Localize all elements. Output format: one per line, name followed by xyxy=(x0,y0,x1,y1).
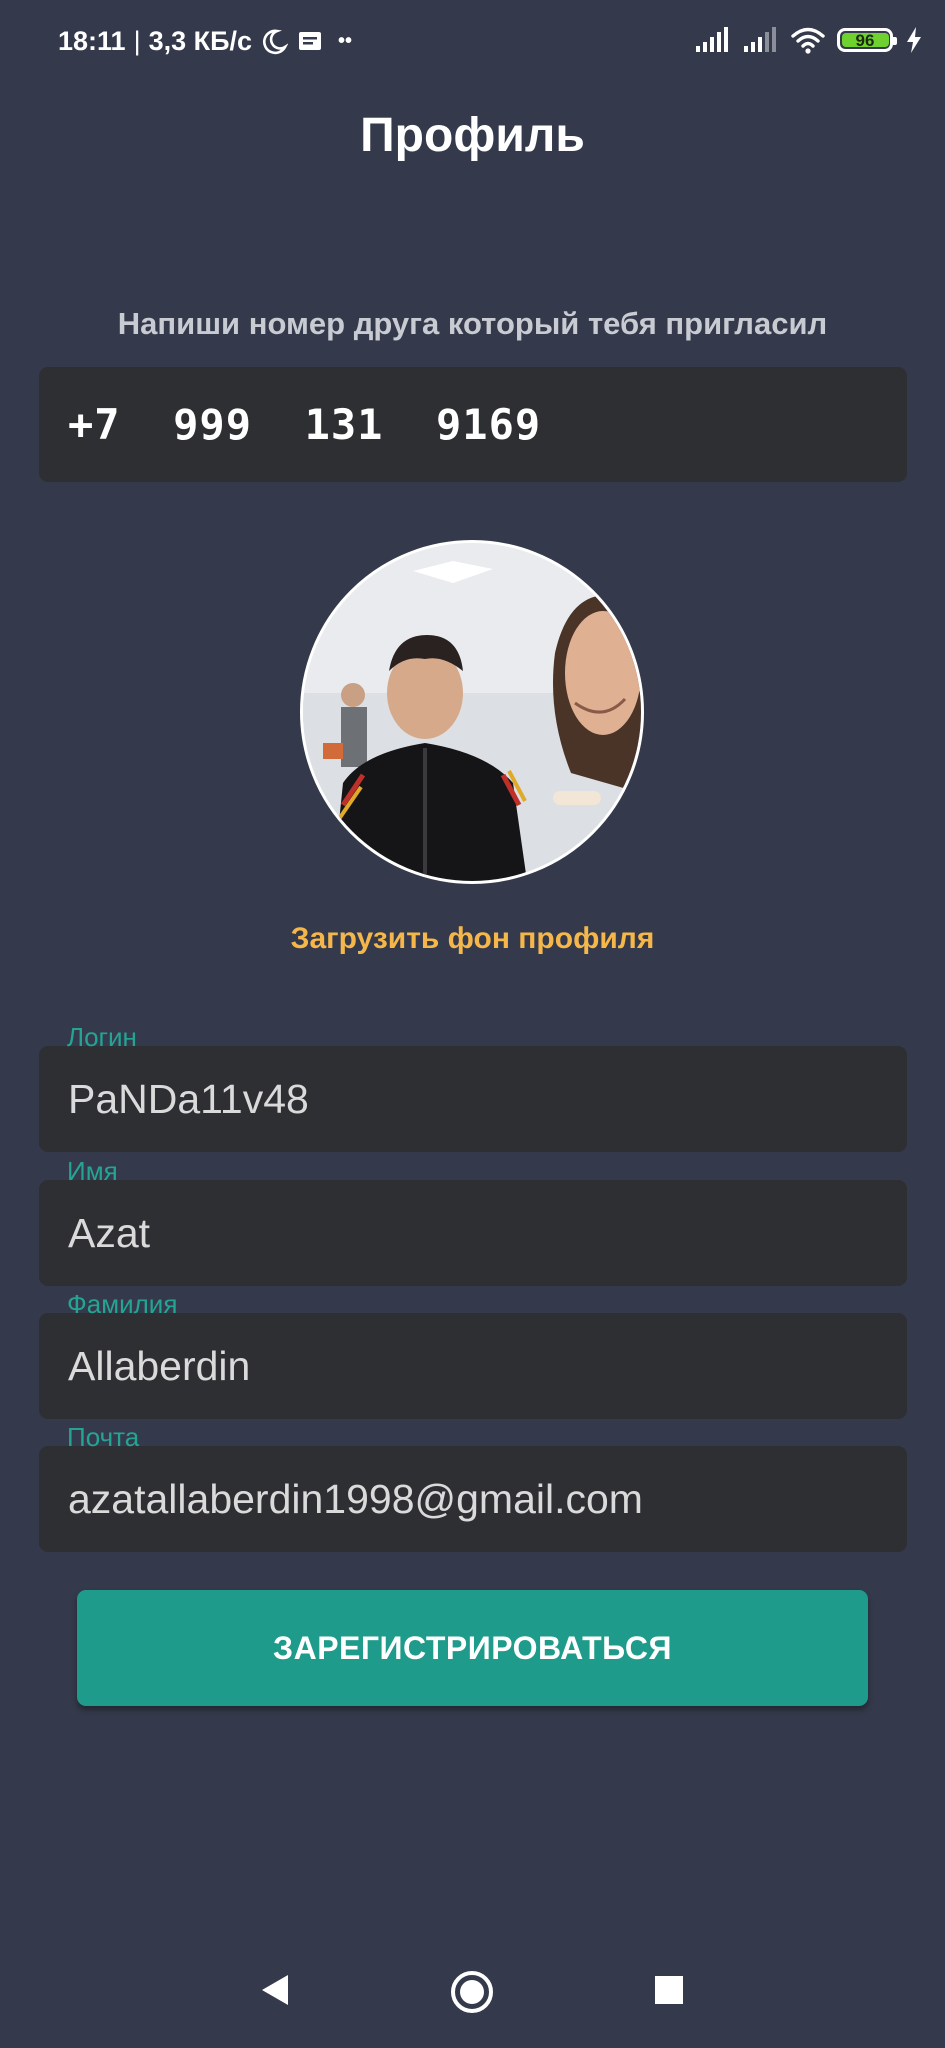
invite-label: Напиши номер друга который тебя пригласи… xyxy=(117,306,828,341)
last-name-value: Allaberdin xyxy=(68,1342,251,1389)
last-name-field[interactable]: Allaberdin xyxy=(39,1313,907,1419)
navigation-bar xyxy=(0,1940,945,2048)
login-label: Логин xyxy=(67,1022,137,1052)
signal-icon xyxy=(696,27,728,52)
status-time: 18:11 xyxy=(58,26,126,56)
wifi-icon xyxy=(791,27,825,54)
status-bar: 18:11 | 3,3 КБ/с •• 96 xyxy=(0,0,945,86)
login-field[interactable]: PaNDa11v48 xyxy=(39,1046,907,1152)
battery-icon: 96 xyxy=(837,28,897,52)
last-name-label: Фамилия xyxy=(67,1289,178,1319)
email-label: Почта xyxy=(67,1422,140,1452)
status-right: 96 xyxy=(695,26,923,54)
first-name-field[interactable]: Azat xyxy=(39,1180,907,1286)
moon-icon xyxy=(263,29,289,54)
status-separator: | xyxy=(133,26,141,56)
email-field[interactable]: azatallaberdin1998@gmail.com xyxy=(39,1446,907,1552)
charging-icon xyxy=(907,27,921,53)
email-value: azatallaberdin1998@gmail.com xyxy=(68,1475,643,1522)
back-icon[interactable] xyxy=(258,1972,292,2008)
inviter-phone-field[interactable]: +7 999 131 9169 xyxy=(39,367,907,482)
upload-background-link[interactable]: Загрузить фон профиля xyxy=(0,922,945,956)
status-dots: •• xyxy=(338,30,353,52)
notification-icon xyxy=(299,31,322,50)
home-icon[interactable] xyxy=(450,1970,494,2014)
first-name-label: Имя xyxy=(67,1156,118,1186)
page-title: Профиль xyxy=(360,109,585,162)
signal-icon xyxy=(744,27,776,52)
battery-level: 96 xyxy=(855,31,875,50)
inviter-phone-value: +7 999 131 9169 xyxy=(68,400,542,449)
avatar[interactable] xyxy=(300,540,644,884)
login-value: PaNDa11v48 xyxy=(68,1075,309,1122)
first-name-value: Azat xyxy=(68,1209,151,1256)
recents-icon[interactable] xyxy=(653,1974,685,2006)
register-button[interactable]: ЗАРЕГИСТРИРОВАТЬСЯ xyxy=(77,1590,868,1706)
network-speed: 3,3 КБ/с xyxy=(148,26,253,56)
avatar-photo xyxy=(303,543,641,881)
status-left: 18:11 | 3,3 КБ/с •• xyxy=(58,26,352,57)
